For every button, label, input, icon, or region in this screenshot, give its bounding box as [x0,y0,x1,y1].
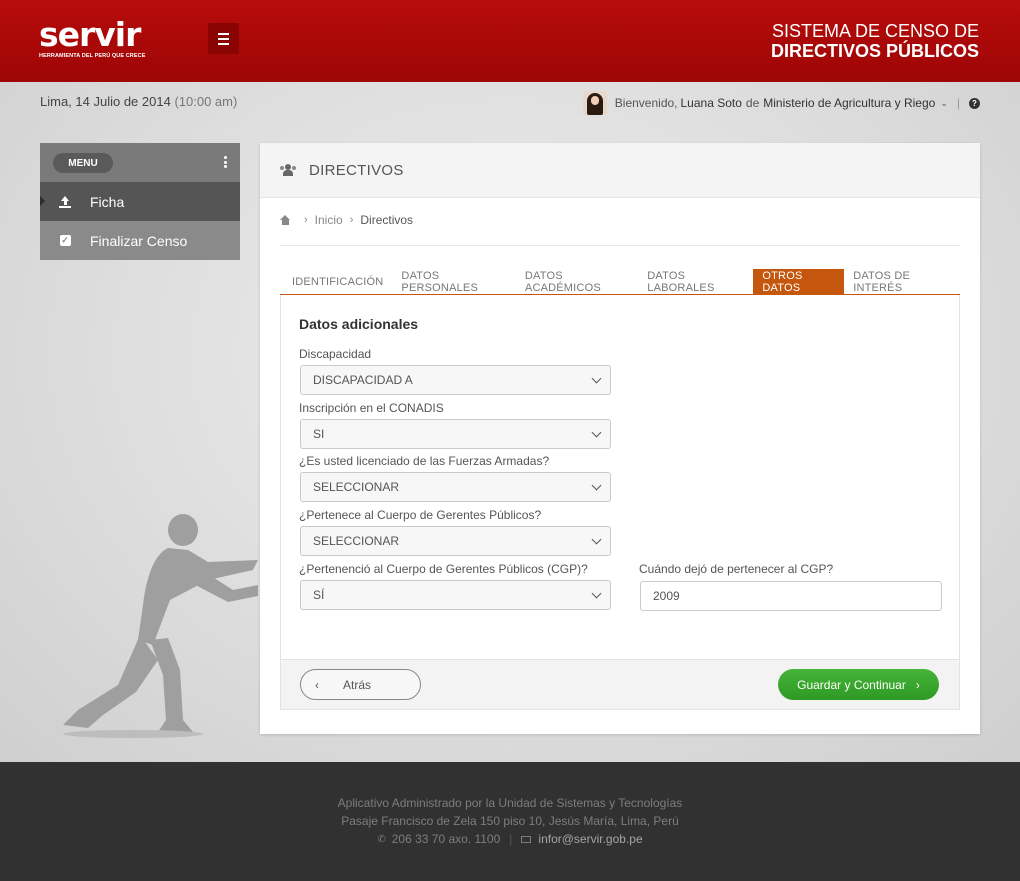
back-button[interactable]: ‹ Atrás [300,669,421,700]
breadcrumb: › Inicio › Directivos [280,213,413,227]
servir-logo[interactable]: servir HERRAMIENTA DEL PERÚ QUE CRECE [39,15,146,60]
select-value: SELECCIONAR [313,480,400,494]
chevron-down-icon [591,534,602,545]
menu-header: MENU [40,143,240,182]
menu-label: MENU [53,153,113,173]
sidebar: MENU Ficha ✓ Finalizar Censo [40,143,240,260]
chevron-down-icon [591,588,602,599]
home-icon[interactable] [280,215,291,225]
checkbox-icon: ✓ [59,235,71,246]
conadis-label: Inscripción en el CONADIS [299,401,444,415]
system-title: SISTEMA DE CENSO DE DIRECTIVOS PÚBLICOS [771,21,979,61]
chevron-down-icon [591,480,602,491]
hamburger-icon [218,31,229,46]
tab-datos-personales[interactable]: DATOS PERSONALES [392,269,515,294]
chevron-right-icon: › [304,214,308,226]
cgp-label: ¿Pertenece al Cuerpo de Gerentes Público… [299,508,542,522]
select-value: SÍ [313,588,325,602]
discapacidad-select[interactable]: DISCAPACIDAD A [300,365,611,395]
conadis-select[interactable]: SI [300,419,611,449]
chevron-right-icon: › [915,677,920,692]
chevron-right-icon: › [349,214,354,226]
more-options-icon[interactable] [224,156,227,170]
sidebar-item-finalizar-censo[interactable]: ✓ Finalizar Censo [40,221,240,260]
user-bar: Bienvenido, Luana Soto de Ministerio de … [582,91,980,115]
avatar [582,91,607,115]
main-panel: DIRECTIVOS › Inicio › Directivos IDENTIF… [260,143,980,734]
time-text: (10:00 am) [174,94,238,109]
footer-email-link[interactable]: infor@servir.gob.pe [538,832,642,846]
cgp-left-label: Cuándo dejó de pertenecer al CGP? [639,562,834,576]
discapacidad-label: Discapacidad [299,347,372,361]
user-name: Luana Soto [680,96,742,110]
chevron-down-icon [591,373,602,384]
select-value: DISCAPACIDAD A [313,373,413,387]
tab-identificacion[interactable]: IDENTIFICACIÓN [280,269,392,294]
fuerzas-armadas-label: ¿Es usted licenciado de las Fuerzas Arma… [299,454,550,468]
breadcrumb-current: Directivos [360,213,414,227]
cgp-select[interactable]: SELECCIONAR [300,526,611,556]
divider: | [509,832,513,846]
form-footer: ‹ Atrás Guardar y Continuar › [281,659,959,709]
page-title: DIRECTIVOS [309,161,404,179]
logo-wordmark: servir [39,15,141,54]
chevron-left-icon: ‹ [315,677,319,692]
tab-datos-laborales[interactable]: DATOS LABORALES [638,269,753,294]
panel-header: DIRECTIVOS [260,143,980,198]
save-continue-button[interactable]: Guardar y Continuar › [778,669,939,700]
fuerzas-armadas-select[interactable]: SELECCIONAR [300,472,611,502]
cgp-left-year-input[interactable] [640,581,942,611]
divider [280,245,960,246]
chevron-down-icon [591,427,602,438]
logo-tagline: HERRAMIENTA DEL PERÚ QUE CRECE [39,53,146,59]
sidebar-item-label: Ficha [90,193,125,210]
sidebar-item-ficha[interactable]: Ficha [40,182,240,221]
header-bar: servir HERRAMIENTA DEL PERÚ QUE CRECE SI… [0,0,1020,82]
cgp-past-label: ¿Pertenenció al Cuerpo de Gerentes Públi… [299,562,588,576]
save-continue-label: Guardar y Continuar [797,677,906,692]
footer: Aplicativo Administrado por la Unidad de… [0,762,1020,881]
system-title-line1: SISTEMA DE CENSO DE [771,21,979,41]
form-title: Datos adicionales [299,316,419,332]
chevron-down-icon[interactable]: ⌄ [940,98,948,109]
select-value: SELECCIONAR [313,534,400,548]
tab-bar: IDENTIFICACIÓN DATOS PERSONALES DATOS AC… [280,269,960,295]
system-title-line2: DIRECTIVOS PÚBLICOS [770,41,979,61]
sidebar-item-label: Finalizar Censo [90,232,188,249]
users-icon [280,164,296,176]
upload-icon [59,195,71,208]
footer-contact: ✆ 206 33 70 axo. 1100 | infor@servir.gob… [0,832,1020,846]
pushing-man-silhouette [63,514,258,738]
phone-icon: ✆ [377,833,386,845]
breadcrumb-home[interactable]: Inicio [315,213,343,227]
back-button-label: Atrás [343,677,372,692]
footer-address: Pasaje Francisco de Zela 150 piso 10, Je… [341,814,679,828]
footer-line1: Aplicativo Administrado por la Unidad de… [337,796,683,810]
tab-datos-de-interes[interactable]: DATOS DE INTERÉS [844,269,960,294]
date-text: Lima, 14 Julio de 2014 [40,94,171,109]
date-display: Lima, 14 Julio de 2014 (10:00 am) [40,94,237,109]
organization-dropdown[interactable]: Ministerio de Agricultura y Riego [763,96,935,110]
hamburger-menu-button[interactable] [208,23,239,54]
welcome-text: Bienvenido, [614,96,678,110]
tab-datos-academicos[interactable]: DATOS ACADÉMICOS [516,269,638,294]
cgp-past-select[interactable]: SÍ [300,580,611,610]
tab-otros-datos[interactable]: OTROS DATOS [753,269,845,294]
select-value: SI [313,427,325,441]
divider: | [956,96,960,110]
help-icon[interactable]: ? [969,97,980,109]
footer-phone: 206 33 70 axo. 1100 [391,832,501,846]
form-container: Datos adicionales Discapacidad DISCAPACI… [280,295,960,710]
mail-icon [521,835,532,843]
de-text: de [745,96,760,110]
